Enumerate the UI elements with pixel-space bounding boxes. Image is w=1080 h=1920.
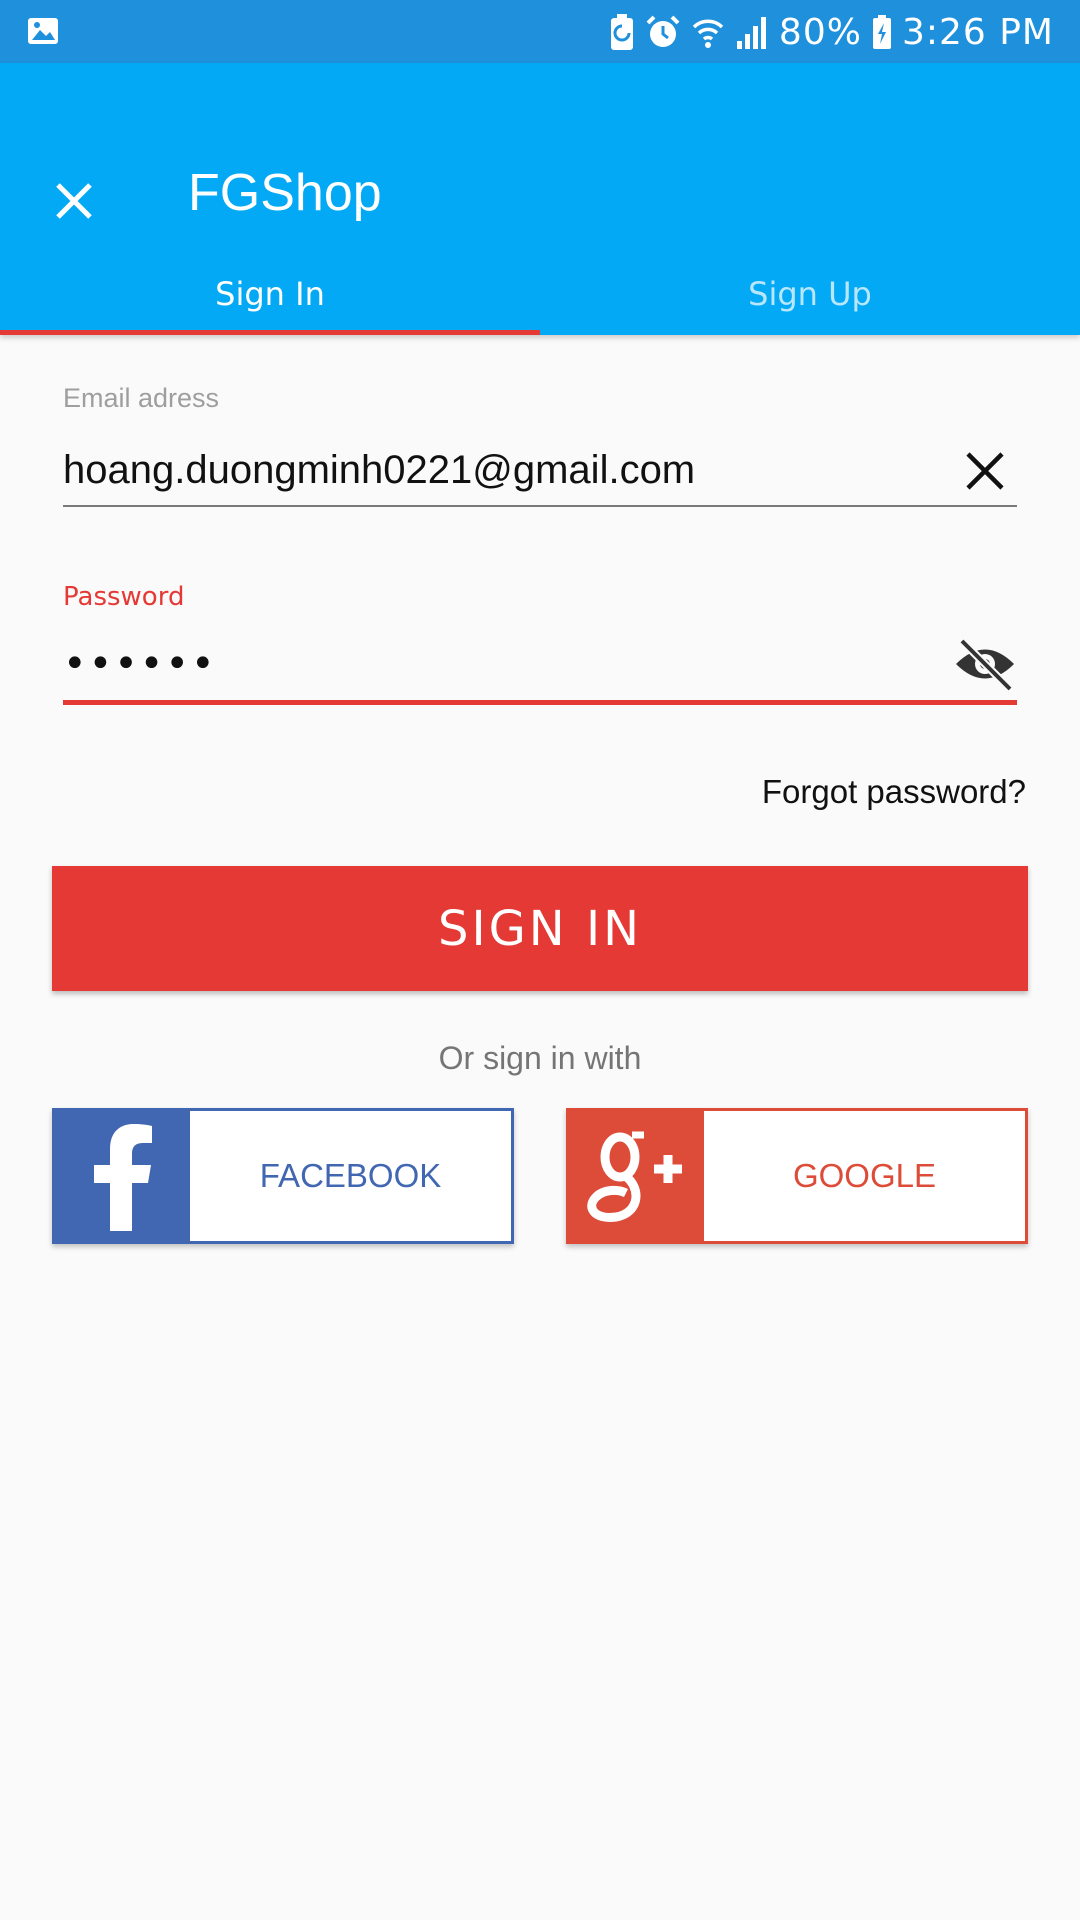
google-label: GOOGLE	[792, 1157, 937, 1194]
tab-sign-in[interactable]: Sign In	[0, 253, 540, 335]
sign-in-button[interactable]: SIGN IN	[52, 866, 1028, 991]
app-title: FGShop	[188, 164, 382, 222]
password-underline	[63, 700, 1017, 705]
clock: 3:26 PM	[901, 11, 1054, 53]
close-button[interactable]	[48, 175, 100, 227]
or-sign-in-with-text: Or sign in with	[438, 1040, 642, 1076]
email-underline	[63, 505, 1017, 507]
battery-saver-icon	[610, 14, 633, 50]
wifi-icon	[692, 19, 724, 48]
app-bar: FGShop Sign In Sign Up	[0, 63, 1080, 335]
status-icons: 80% 3:26 PM	[609, 6, 1054, 58]
facebook-logo-icon	[93, 1124, 152, 1231]
password-label: Password	[63, 582, 185, 612]
image-icon	[28, 18, 58, 44]
status-bar: 80% 3:26 PM	[0, 0, 1080, 63]
forgot-password-link[interactable]: Forgot password?	[762, 773, 1026, 811]
charging-battery-icon	[872, 15, 891, 49]
tab-sign-up[interactable]: Sign Up	[540, 253, 1080, 335]
battery-percent: 80%	[778, 11, 862, 53]
password-field[interactable]	[63, 634, 943, 694]
facebook-logo-box	[55, 1111, 190, 1241]
facebook-button[interactable]: FACEBOOK	[52, 1108, 514, 1244]
clear-email-button[interactable]	[962, 448, 1008, 494]
facebook-label: FACEBOOK	[259, 1157, 442, 1194]
alarm-icon	[646, 15, 680, 47]
email-field[interactable]	[63, 440, 943, 500]
visibility-off-icon	[956, 638, 1014, 692]
google-plus-logo-icon	[586, 1131, 682, 1222]
clear-icon	[966, 452, 1004, 490]
signal-icon	[736, 17, 766, 49]
google-button[interactable]: GOOGLE	[566, 1108, 1028, 1244]
toggle-password-visibility-button[interactable]	[952, 637, 1018, 692]
email-label: Email adress	[63, 383, 220, 413]
close-icon	[56, 183, 92, 219]
tab-indicator	[0, 330, 540, 335]
google-logo-box	[569, 1111, 704, 1241]
